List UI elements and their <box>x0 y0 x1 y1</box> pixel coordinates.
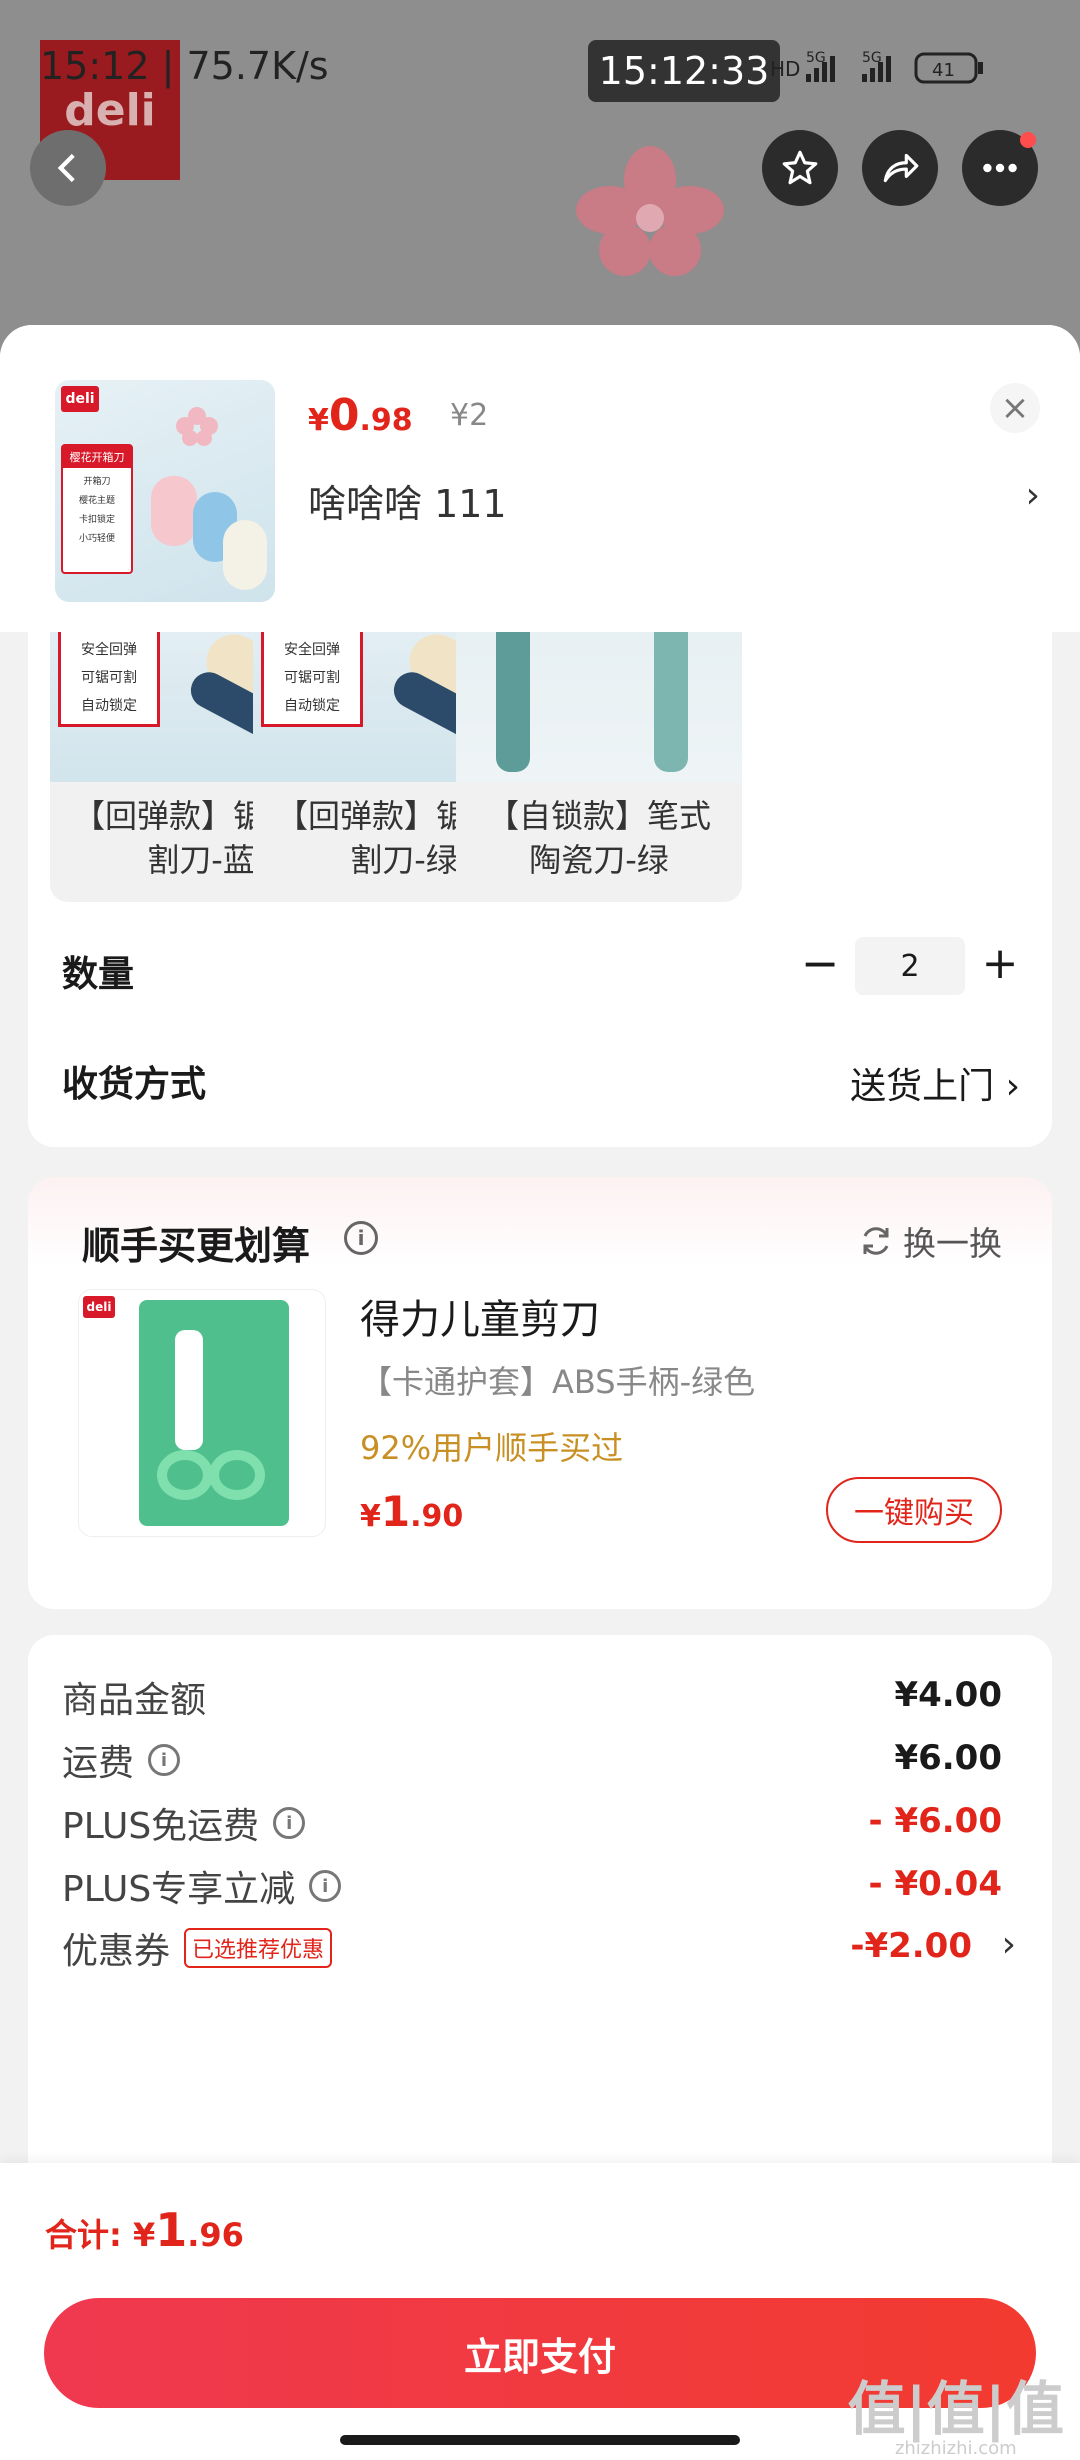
quantity-label: 数量 <box>62 954 135 995</box>
summary-row: 商品金额 ¥4.00 <box>28 1665 1052 1725</box>
star-icon <box>782 150 818 185</box>
option-feature: 可锯可割 <box>284 670 340 686</box>
selected-variant[interactable]: 啥啥啥 111 <box>308 473 507 528</box>
thumb-line: 小巧轻便 <box>78 534 115 544</box>
share-button[interactable] <box>862 130 938 206</box>
back-button[interactable] <box>30 130 106 206</box>
addon-title: 顺手买更划算 <box>82 1224 311 1268</box>
total-amount: 合计: ¥1.96 <box>45 2203 244 2257</box>
shipping-value: 送货上门 <box>850 1066 995 1107</box>
svg-text:HD: HD <box>770 57 800 81</box>
addon-price: ¥1.90 <box>360 1487 464 1536</box>
summary-value: - ¥0.04 <box>868 1864 1003 1904</box>
status-icons: HD 5G 5G 41 <box>770 50 983 84</box>
home-indicator[interactable] <box>340 2435 740 2445</box>
thumb-cutter-white <box>223 520 267 590</box>
flower-icon <box>176 407 218 446</box>
close-button[interactable]: × <box>990 383 1040 433</box>
summary-value: ¥6.00 <box>894 1738 1002 1778</box>
chevron-right-icon: › <box>1001 1924 1016 1965</box>
summary-value: ¥4.00 <box>894 1675 1002 1715</box>
addon-brand-logo: deli <box>83 1296 115 1318</box>
variant-options: 安全回弹 可锯可割 自动锁定 【回弹款】锯齿切割刀-蓝 安全回弹 可锯可割 自动锁定 【… <box>50 632 1002 902</box>
favorite-button[interactable] <box>762 130 838 206</box>
info-icon[interactable]: i <box>344 1221 378 1255</box>
swap-button[interactable]: 换一换 <box>859 1217 1002 1265</box>
price-summary: 商品金额 ¥4.00 运费 i ¥6.00 PLUS免运费 i - ¥6.00 PL… <box>28 1635 1052 2235</box>
summary-value: -¥2.00 <box>850 1926 972 1966</box>
summary-row: 运费 i ¥6.00 <box>28 1728 1052 1788</box>
option-feature: 自动锁定 <box>284 698 340 714</box>
share-icon <box>883 153 919 183</box>
addon-product-name[interactable]: 得力儿童剪刀 <box>360 1287 600 1345</box>
summary-row: PLUS专享立减 i - ¥0.04 <box>28 1854 1052 1914</box>
summary-label: PLUS免运费 <box>62 1806 260 1847</box>
status-clock: 15:12:33 <box>588 40 780 102</box>
product-thumbnail[interactable]: deli 樱花开箱刀 开箱刀 樱花主题 卡扣锁定 小巧轻便 <box>55 380 275 602</box>
thumb-subtitle: 开箱刀 <box>83 477 111 487</box>
swap-label: 换一换 <box>903 1224 1002 1263</box>
more-dots-icon <box>983 163 1017 173</box>
original-price: ¥2 <box>450 398 489 433</box>
variant-image <box>456 632 742 782</box>
addon-product-image[interactable]: deli <box>78 1289 326 1537</box>
site-watermark: 值|值|值 zhizhizhi.com <box>847 2375 1064 2459</box>
thumb-cutter-pink <box>151 476 197 546</box>
summary-label: PLUS专享立减 <box>62 1869 296 1910</box>
addon-product-spec: 【卡通护套】ABS手柄-绿色 <box>360 1363 756 1401</box>
quantity-input[interactable]: 2 <box>855 937 965 995</box>
notification-dot <box>1020 132 1036 148</box>
option-feature: 安全回弹 <box>81 642 137 658</box>
option-feature: 自动锁定 <box>81 698 137 714</box>
thumb-brand-logo: deli <box>61 386 99 412</box>
addon-recommendation: 顺手买更划算 i 换一换 deli 得力儿童剪刀 【卡通护套】ABS手柄-绿色 … <box>28 1177 1052 1609</box>
addon-social-proof: 92%用户顺手买过 <box>360 1429 624 1467</box>
status-time-speed: 15:12 | 75.7K/s <box>40 44 329 88</box>
shipping-label: 收货方式 <box>62 1064 207 1105</box>
close-icon: × <box>1000 388 1030 428</box>
summary-label: 优惠券 <box>62 1931 171 1972</box>
battery-level: 41 <box>932 60 955 81</box>
summary-row: PLUS免运费 i - ¥6.00 <box>28 1791 1052 1851</box>
info-icon[interactable]: i <box>309 1870 342 1902</box>
summary-label: 运费 <box>62 1743 135 1784</box>
variant-option[interactable]: 【自锁款】笔式陶瓷刀-绿 <box>456 632 742 902</box>
refresh-icon <box>863 1227 889 1255</box>
option-feature: 可锯可割 <box>81 670 137 686</box>
chevron-right-icon: › <box>1005 1066 1020 1107</box>
summary-label: 商品金额 <box>62 1680 207 1721</box>
chevron-left-icon <box>57 153 75 183</box>
option-feature: 安全回弹 <box>284 642 340 658</box>
summary-value: - ¥6.00 <box>868 1801 1003 1841</box>
flower-decoration-icon <box>576 146 724 276</box>
chevron-right-icon[interactable]: › <box>1026 475 1040 516</box>
one-click-buy-button[interactable]: 一键购买 <box>826 1477 1002 1543</box>
coupon-row[interactable]: 优惠券 已选推荐优惠 -¥2.00 › <box>28 1916 1052 1976</box>
shipping-method[interactable]: 送货上门 › <box>850 1057 1020 1109</box>
coupon-tag: 已选推荐优惠 <box>184 1928 333 1968</box>
quantity-increment-button[interactable]: + <box>978 935 1022 991</box>
quantity-decrement-button[interactable]: − <box>800 935 840 991</box>
more-button[interactable] <box>962 130 1038 206</box>
variant-label: 【自锁款】笔式陶瓷刀-绿 <box>486 797 711 879</box>
info-icon[interactable]: i <box>148 1744 181 1776</box>
thumb-line: 樱花主题 <box>78 496 115 506</box>
purchase-sheet: deli 樱花开箱刀 开箱刀 樱花主题 卡扣锁定 小巧轻便 ¥0.98 ¥2 啥… <box>0 325 1080 2460</box>
selected-price: ¥0.98 <box>308 390 413 441</box>
thumb-line: 卡扣锁定 <box>78 515 115 525</box>
sheet-header: deli 樱花开箱刀 开箱刀 樱花主题 卡扣锁定 小巧轻便 ¥0.98 ¥2 啥… <box>0 325 1080 632</box>
thumb-title: 樱花开箱刀 <box>63 446 131 468</box>
thumb-feature-card: 樱花开箱刀 开箱刀 樱花主题 卡扣锁定 小巧轻便 <box>61 444 133 574</box>
info-icon[interactable]: i <box>273 1807 306 1839</box>
